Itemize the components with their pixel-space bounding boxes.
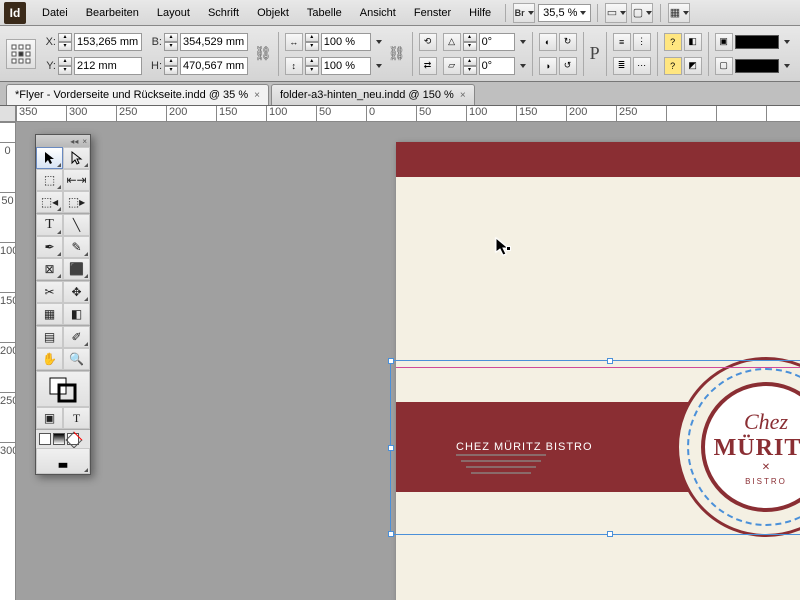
gap-tool[interactable]: ⇤⇥ (63, 169, 90, 191)
canvas[interactable]: CHEZ MÜRITZ BISTRO Chez MÜRITZ ✕ BISTRO (16, 122, 800, 600)
menu-fenster[interactable]: Fenster (406, 3, 459, 23)
flip-h-icon[interactable]: ◐ (539, 33, 557, 51)
flip-icon[interactable]: ⇄ (419, 57, 437, 75)
formatting-container-icon[interactable]: ▣ (36, 407, 63, 429)
angle-icon: △ (443, 33, 461, 51)
type-tool[interactable]: T (36, 214, 63, 236)
fill-swatch[interactable] (735, 35, 779, 49)
arrange-icon[interactable]: ▦ (668, 3, 690, 23)
menu-datei[interactable]: Datei (34, 3, 76, 23)
note-tool[interactable]: ▤ (36, 326, 63, 348)
menu-schrift[interactable]: Schrift (200, 3, 247, 23)
effects-icon[interactable]: ◩ (684, 57, 702, 75)
flip-v-icon[interactable]: ◑ (539, 57, 557, 75)
gradient-swatch-tool[interactable]: ▦ (36, 303, 63, 325)
ruler-horizontal[interactable]: 35030025020015010050050100150200250 (16, 106, 800, 122)
fill-icon[interactable]: ▣ (715, 33, 733, 51)
menu-layout[interactable]: Layout (149, 3, 198, 23)
shear-icon: ▱ (443, 57, 461, 75)
shear-input[interactable]: 0° (479, 57, 515, 75)
free-transform-tool[interactable]: ✥ (63, 281, 90, 303)
close-icon[interactable]: × (254, 90, 260, 101)
rotate-ccw-icon[interactable]: ↺ (559, 57, 577, 75)
menu-ansicht[interactable]: Ansicht (352, 3, 404, 23)
p-icon[interactable]: P (590, 43, 600, 64)
separator (505, 4, 506, 22)
help-icon2[interactable]: ? (664, 57, 682, 75)
line-tool[interactable]: ╲ (63, 214, 90, 236)
close-icon[interactable]: × (460, 90, 466, 101)
direct-selection-tool[interactable] (63, 147, 90, 169)
help-icon[interactable]: ? (664, 33, 682, 51)
page-header-bar (396, 142, 800, 177)
zoom-level[interactable]: 35,5 % (538, 4, 591, 22)
align-icon2[interactable]: ≣ (613, 57, 631, 75)
separator (597, 4, 598, 22)
selection-frame[interactable] (390, 360, 800, 535)
ruler-vertical[interactable]: 050100150200250300 (0, 122, 16, 600)
page-tool[interactable]: ⬚ (36, 169, 63, 191)
rotate-icon[interactable]: ⟲ (419, 33, 437, 51)
document-page[interactable]: CHEZ MÜRITZ BISTRO Chez MÜRITZ ✕ BISTRO (396, 142, 800, 600)
app-icon: Id (4, 2, 26, 24)
rotate-cw-icon[interactable]: ↻ (559, 33, 577, 51)
rotation-input[interactable]: 0° (479, 33, 515, 51)
distr-icon2[interactable]: ⋯ (633, 57, 651, 75)
formatting-text-icon[interactable]: T (63, 407, 90, 429)
y-input[interactable]: 212 mm (74, 57, 142, 75)
rectangle-tool[interactable]: ⬛ (63, 258, 90, 280)
scale-y-icon: ↕ (285, 57, 303, 75)
toolbox[interactable]: ◂◂× ⬚ ⇤⇥ ⬚◂ ⬚▸ T ╲ ✒ ✎ ⊠ ⬛ ✂ ✥ ▦ ◧ ▤ ✐ ✋… (35, 134, 91, 475)
pen-tool[interactable]: ✒ (36, 236, 63, 258)
link-icon[interactable]: ⛓ (388, 45, 406, 62)
scale-y-input[interactable]: 100 % (321, 57, 371, 75)
stroke-swatch[interactable] (735, 59, 779, 73)
menu-hilfe[interactable]: Hilfe (461, 3, 499, 23)
separator (660, 4, 661, 22)
menu-objekt[interactable]: Objekt (249, 3, 297, 23)
tab-flyer[interactable]: *Flyer - Vorderseite und Rückseite.indd … (6, 84, 269, 105)
document-tabs: *Flyer - Vorderseite und Rückseite.indd … (0, 82, 800, 106)
scale-x-input[interactable]: 100 % (321, 33, 371, 51)
x-label: X: (42, 36, 56, 48)
menu-bearbeiten[interactable]: Bearbeiten (78, 3, 147, 23)
zoom-tool[interactable]: 🔍 (63, 348, 90, 370)
tab-folder[interactable]: folder-a3-hinten_neu.indd @ 150 %× (271, 84, 475, 105)
stroke-icon[interactable]: ▢ (715, 57, 733, 75)
selection-tool[interactable] (36, 147, 63, 169)
view-options-icon[interactable]: ▭ (605, 3, 627, 23)
screen-mode-tool[interactable]: ▃ (36, 448, 90, 474)
ruler-origin[interactable] (0, 106, 16, 122)
content-placer-tool[interactable]: ⬚▸ (63, 191, 90, 213)
bridge-button[interactable]: Br (513, 3, 535, 23)
gradient-feather-tool[interactable]: ◧ (63, 303, 90, 325)
w-input[interactable]: 354,529 mm (180, 33, 248, 51)
content-collector-tool[interactable]: ⬚◂ (36, 191, 63, 213)
menu-tabelle[interactable]: Tabelle (299, 3, 350, 23)
pencil-tool[interactable]: ✎ (63, 236, 90, 258)
default-swatches[interactable] (36, 430, 90, 448)
scissors-tool[interactable]: ✂ (36, 281, 63, 303)
guide-line[interactable] (396, 367, 800, 368)
corner-icon[interactable]: ◧ (684, 33, 702, 51)
align-icon[interactable]: ≡ (613, 33, 631, 51)
hand-tool[interactable]: ✋ (36, 348, 63, 370)
scale-x-icon: ↔ (285, 33, 303, 51)
screen-mode-icon[interactable]: ▢ (631, 3, 653, 23)
x-input[interactable]: 153,265 mm (74, 33, 142, 51)
distr-icon[interactable]: ⋮ (633, 33, 651, 51)
control-bar: X:▴▾153,265 mm Y:▴▾212 mm B:▴▾354,529 mm… (0, 26, 800, 82)
h-label: H: (148, 60, 162, 72)
fill-stroke-swap[interactable] (36, 371, 90, 407)
w-label: B: (148, 36, 162, 48)
toolbox-header[interactable]: ◂◂× (36, 135, 90, 147)
rectangle-frame-tool[interactable]: ⊠ (36, 258, 63, 280)
y-label: Y: (42, 60, 56, 72)
reference-point-icon[interactable] (6, 39, 36, 69)
menu-bar: Id Datei Bearbeiten Layout Schrift Objek… (0, 0, 800, 26)
eyedropper-tool[interactable]: ✐ (63, 326, 90, 348)
h-input[interactable]: 470,567 mm (180, 57, 248, 75)
link-icon[interactable]: ⛓ (254, 45, 272, 62)
